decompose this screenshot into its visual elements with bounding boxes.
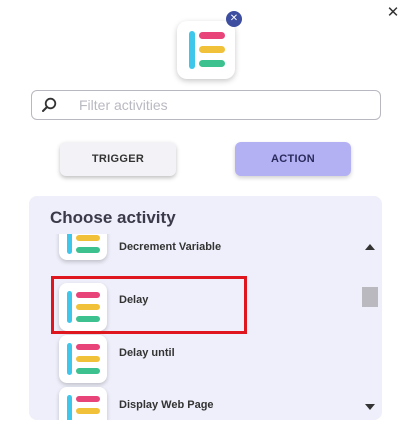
activity-logo-icon bbox=[67, 395, 100, 420]
scroll-thumb[interactable] bbox=[362, 287, 378, 307]
activity-logo-icon bbox=[67, 343, 100, 375]
activity-logo-icon bbox=[67, 234, 100, 254]
list-item-decrement-variable[interactable]: Decrement Variable bbox=[29, 234, 361, 282]
scroll-down-arrow-icon[interactable] bbox=[365, 404, 375, 410]
search-icon bbox=[42, 97, 57, 112]
activity-list: Decrement Variable Delay Delay until Dis… bbox=[29, 234, 361, 420]
search-input[interactable] bbox=[79, 95, 369, 115]
activity-tile bbox=[59, 335, 107, 383]
action-button[interactable]: ACTION bbox=[235, 142, 351, 176]
remove-app-icon[interactable]: ✕ bbox=[226, 11, 242, 27]
scrollbar[interactable] bbox=[361, 234, 379, 420]
activity-label: Decrement Variable bbox=[119, 241, 222, 253]
activity-tile bbox=[59, 234, 107, 260]
panel-title: Choose activity bbox=[50, 208, 176, 227]
app-logo-icon bbox=[189, 31, 225, 69]
scroll-up-arrow-icon[interactable] bbox=[365, 244, 375, 250]
activity-panel: Choose activity Decrement Variable Delay… bbox=[29, 196, 382, 420]
trigger-button[interactable]: TRIGGER bbox=[60, 142, 176, 176]
list-item-delay-until[interactable]: Delay until bbox=[29, 332, 361, 384]
activity-label: Delay until bbox=[119, 347, 175, 359]
close-icon[interactable]: ✕ bbox=[384, 3, 402, 21]
list-item-display-web-page[interactable]: Display Web Page bbox=[29, 384, 361, 420]
highlight-box bbox=[51, 276, 247, 334]
search-box[interactable] bbox=[31, 90, 381, 120]
activity-label: Display Web Page bbox=[119, 399, 214, 411]
selected-app-tile bbox=[177, 21, 235, 79]
activity-tile bbox=[59, 387, 107, 420]
